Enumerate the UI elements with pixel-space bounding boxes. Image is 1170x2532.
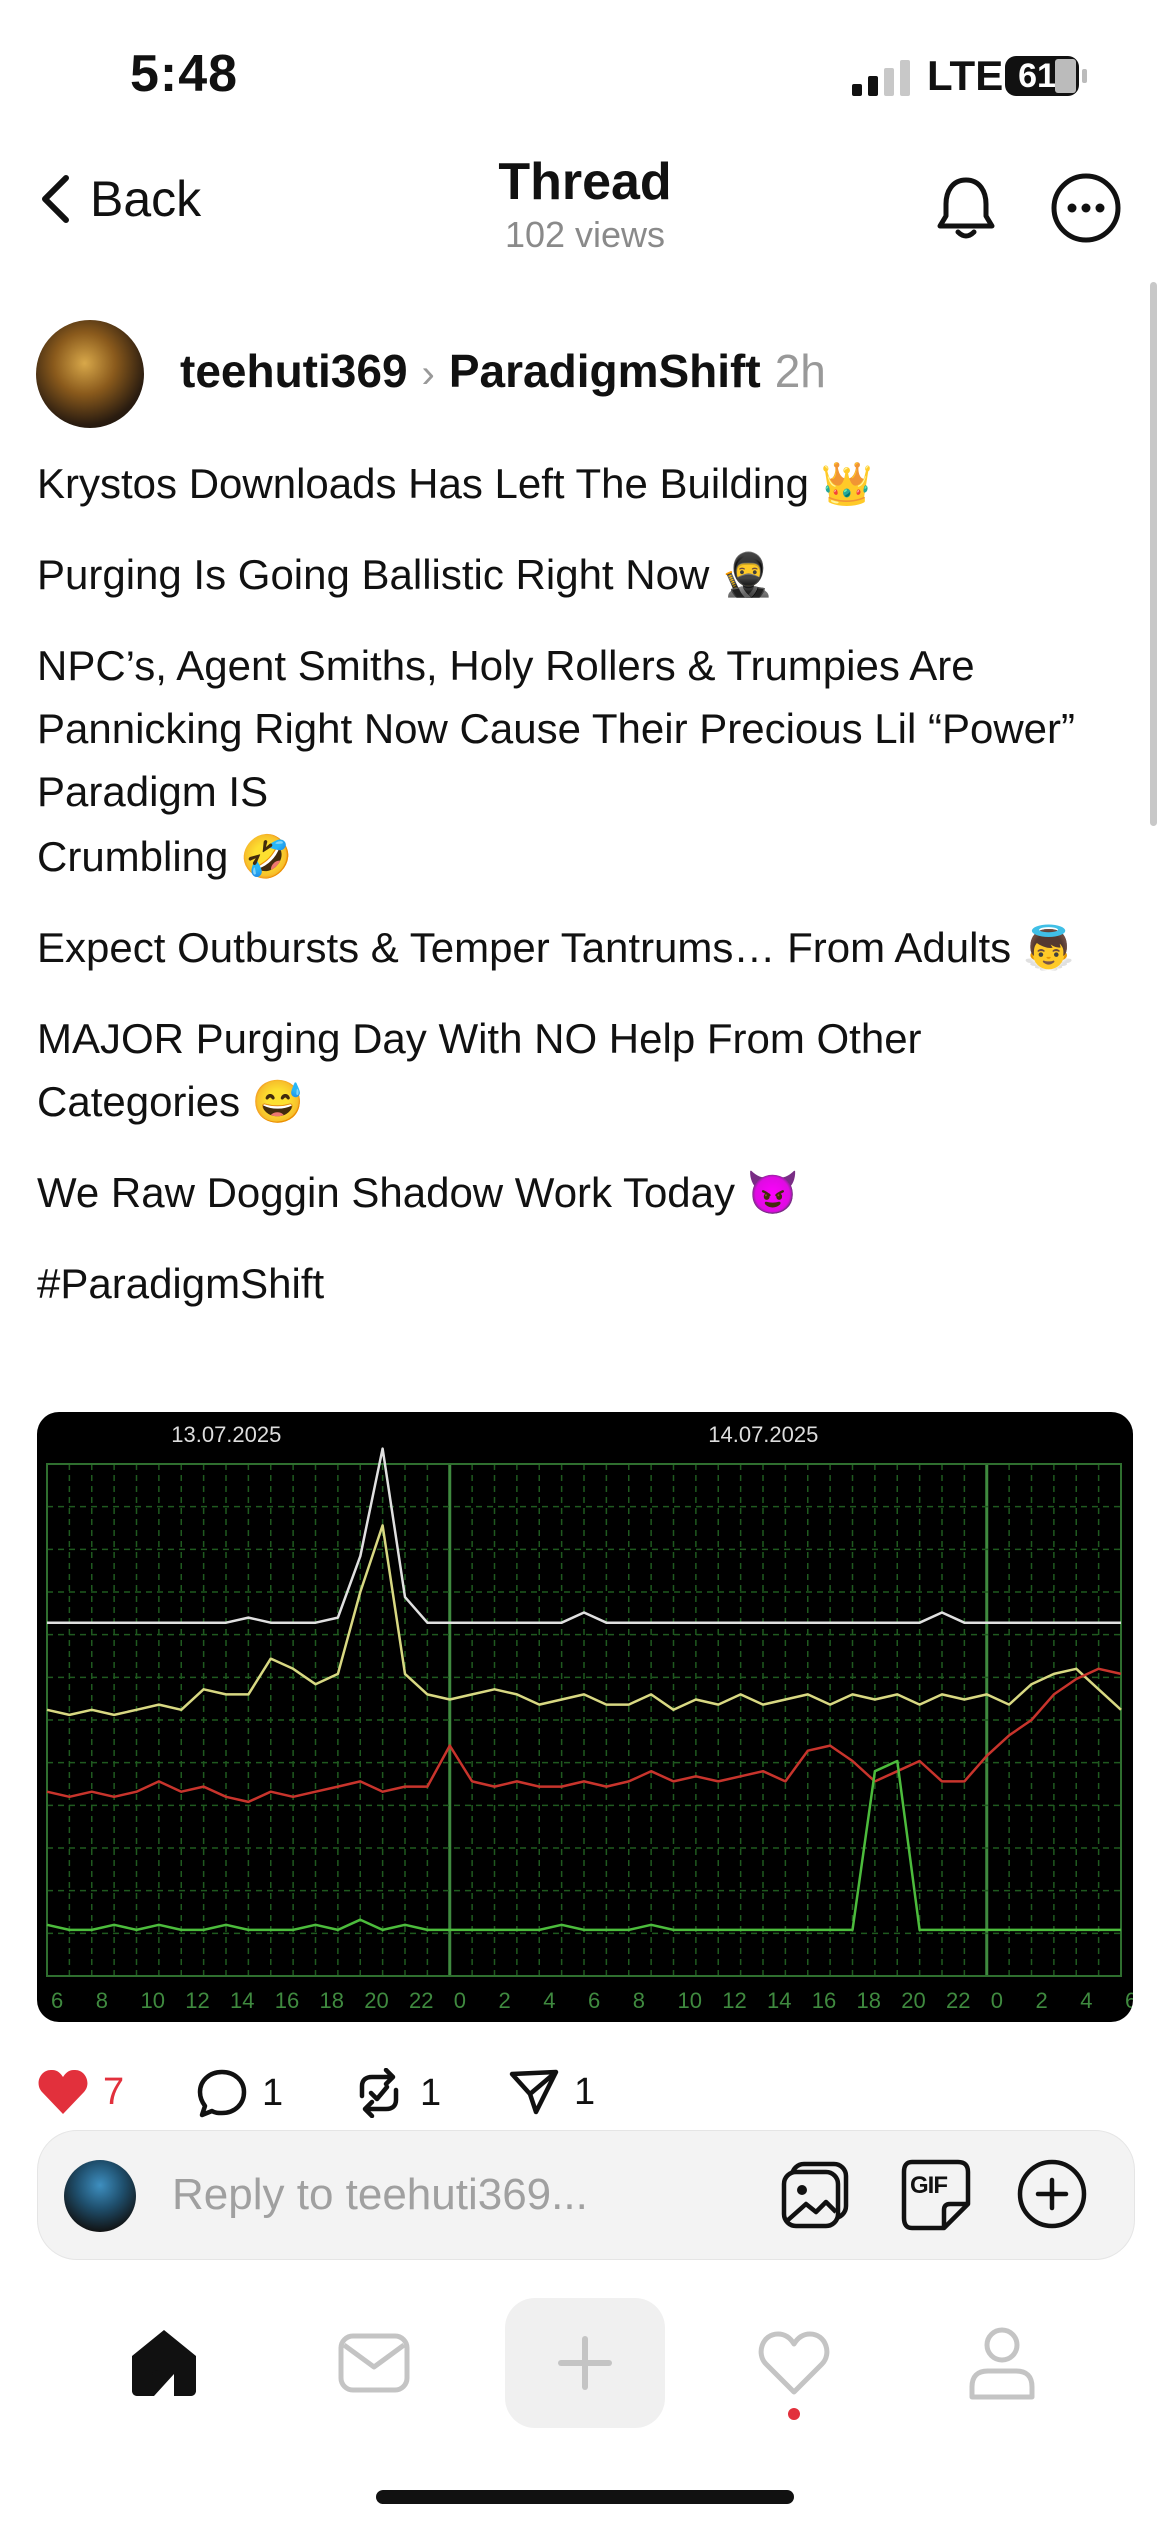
chart-tick-label: 16 <box>275 1988 299 2013</box>
post-paragraph: Krystos Downloads Has Left The Building … <box>37 460 873 507</box>
chart-tick-label: 0 <box>454 1988 466 2013</box>
repost-count: 1 <box>420 2071 442 2114</box>
chart-tick-label: 18 <box>857 1988 881 2013</box>
post-time: 2h <box>774 345 826 397</box>
tab-home[interactable] <box>84 2298 244 2428</box>
reply-input[interactable]: Reply to teehuti369... <box>172 2170 588 2220</box>
chart-tick-label: 8 <box>96 1988 108 2013</box>
chart-tick-label: 12 <box>722 1988 746 2013</box>
bell-icon[interactable] <box>928 170 1004 246</box>
gif-button[interactable]: GIF <box>898 2156 974 2232</box>
plus-icon <box>558 2336 612 2390</box>
chart-tick-label: 22 <box>409 1988 433 2013</box>
chart-tick-label: 10 <box>678 1988 702 2013</box>
heart-tab-icon <box>758 2331 830 2395</box>
post-body: Krystos Downloads Has Left The Building … <box>37 452 1127 1343</box>
activity-dot <box>788 2408 800 2420</box>
tab-activity[interactable] <box>714 2298 874 2428</box>
like-button[interactable]: 7 <box>37 2068 124 2116</box>
gif-label: GIF <box>910 2172 948 2199</box>
chart-tick-label: 6 <box>588 1988 600 2013</box>
chevron-right-icon: › <box>421 352 435 396</box>
chart-tick-label: 2 <box>1036 1988 1048 2013</box>
chart-tick-label: 8 <box>633 1988 645 2013</box>
my-avatar <box>64 2160 136 2232</box>
heart-icon <box>38 2069 88 2114</box>
profile-icon <box>969 2327 1035 2400</box>
status-time: 5:48 <box>130 45 239 103</box>
more-icon[interactable] <box>1048 170 1124 246</box>
chart-tick-label: 16 <box>812 1988 836 2013</box>
plus-circle-icon[interactable] <box>1014 2156 1090 2232</box>
network-type: LTE <box>927 52 1004 99</box>
tab-inbox[interactable] <box>294 2298 454 2428</box>
battery-level: 61 <box>1018 57 1056 95</box>
chart-tick-label: 20 <box>364 1988 388 2013</box>
chart-tick-label: 12 <box>185 1988 209 2013</box>
tab-profile[interactable] <box>922 2298 1082 2428</box>
chart-svg: 13.07.2025 14.07.20256 8 10 12 14 16 18 20 22 0 2 4 6… <box>46 1422 1133 2013</box>
post-paragraph: NPC’s, Agent Smiths, Holy Rollers & Trum… <box>37 642 1076 815</box>
hashtag-link[interactable]: #ParadigmShift <box>37 1252 1127 1315</box>
like-count: 7 <box>103 2070 125 2113</box>
comment-count: 1 <box>262 2071 284 2114</box>
chart-date-label: 14.07.2025 <box>708 1422 818 1447</box>
post-paragraph: Purging Is Going Ballistic Right Now 🥷 <box>37 551 774 598</box>
post-chart-image[interactable]: 13.07.2025 14.07.2025 6 8 10 12 14 16 18 20 22 0 2 4 6… <box>37 1412 1133 2022</box>
home-icon <box>132 2330 196 2396</box>
chart-date-label: 13.07.2025 <box>171 1422 281 1447</box>
chart-tick-label: 20 <box>901 1988 925 2013</box>
tab-new-post[interactable] <box>505 2298 665 2428</box>
share-count: 1 <box>574 2070 596 2113</box>
share-icon <box>509 2069 559 2115</box>
cell-signal-icon <box>852 60 910 96</box>
photo-icon[interactable] <box>778 2156 854 2232</box>
chart-tick-label: 6 <box>51 1988 63 2013</box>
repost-icon <box>359 2068 399 2118</box>
post-paragraph: Crumbling 🤣 <box>37 833 293 880</box>
author-name[interactable]: teehuti369 <box>180 344 408 398</box>
chart-tick-label: 4 <box>543 1988 555 2013</box>
scrollbar[interactable] <box>1150 282 1157 826</box>
chart-tick-label: 2 <box>499 1988 511 2013</box>
chart-tick-label: 14 <box>230 1988 254 2013</box>
comment-button[interactable]: 1 <box>196 2068 283 2118</box>
home-indicator <box>376 2490 794 2504</box>
author-avatar[interactable] <box>36 320 144 428</box>
post-paragraph: Expect Outbursts & Temper Tantrums… From… <box>37 924 1076 971</box>
chart-tick-label: 0 <box>991 1988 1003 2013</box>
post-paragraph: MAJOR Purging Day With NO Help From Othe… <box>37 1015 922 1125</box>
post-paragraph: We Raw Doggin Shadow Work Today 😈 <box>37 1169 799 1216</box>
battery-icon: 61 <box>1005 56 1089 96</box>
chart-tick-label: 6 <box>1125 1988 1133 2013</box>
inbox-icon <box>338 2333 410 2393</box>
chart-tick-label: 14 <box>767 1988 791 2013</box>
post-header: teehuti369 › ParadigmShift 2h <box>180 344 826 398</box>
share-button[interactable]: 1 <box>508 2068 595 2116</box>
repost-button[interactable]: 1 <box>352 2068 441 2118</box>
chart-tick-label: 10 <box>141 1988 165 2013</box>
community-name[interactable]: ParadigmShift <box>449 344 761 398</box>
chart-tick-label: 4 <box>1080 1988 1092 2013</box>
comment-icon <box>197 2069 247 2118</box>
chart-tick-label: 18 <box>320 1988 344 2013</box>
chart-tick-label: 22 <box>946 1988 970 2013</box>
